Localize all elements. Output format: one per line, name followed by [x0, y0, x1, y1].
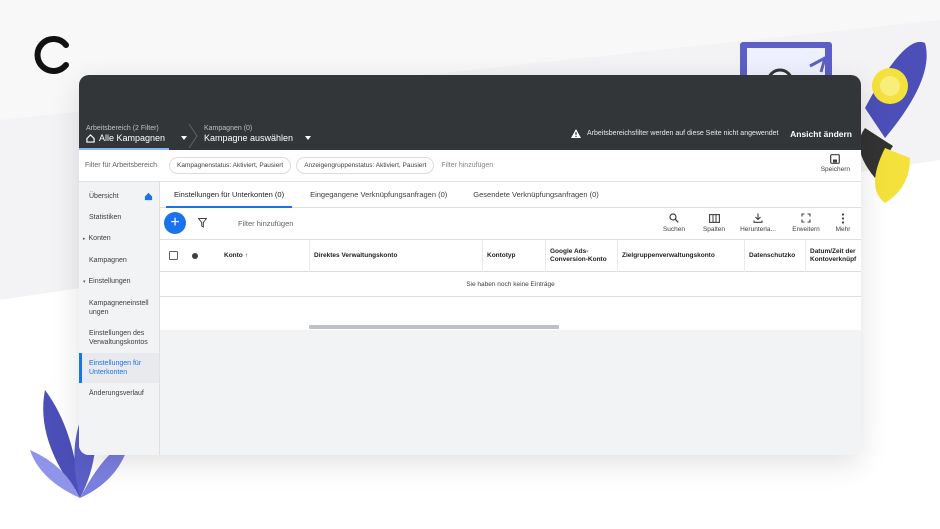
more-label: Mehr: [835, 226, 851, 233]
sidebar-item-label: Übersicht: [89, 193, 119, 200]
workspace-selector[interactable]: Arbeitsbereich (2 Filter) Alle Kampagnen: [86, 125, 188, 143]
sidebar-item-label: Kampagneneinstell ungen: [89, 300, 149, 316]
columns-label: Spalten: [702, 226, 726, 233]
search-label: Suchen: [662, 226, 686, 233]
table-header: Konto ↑ Direktes Verwaltungskonto Kontot…: [160, 239, 861, 272]
expand-label: Erweitern: [792, 226, 820, 233]
download-button[interactable]: Herunterla...: [737, 212, 779, 233]
sidebar-item-campaigns[interactable]: Kampagnen: [79, 250, 159, 271]
sidebar-item-manager-settings[interactable]: Einstellungen des Verwaltungskontos: [79, 323, 159, 353]
tab-bar: Einstellungen für Unterkonten (0) Eingeg…: [160, 182, 861, 208]
sidebar-item-change-history[interactable]: Änderungsverlauf: [79, 383, 159, 404]
app-window: Arbeitsbereich (2 Filter) Alle Kampagnen…: [79, 75, 861, 455]
horizontal-scrollbar[interactable]: [309, 325, 559, 329]
workspace-filter-count: Arbeitsbereich (2 Filter): [86, 125, 159, 132]
save-button[interactable]: Speichern: [821, 154, 850, 173]
brand-logo-icon: [34, 36, 69, 74]
columns-button[interactable]: Spalten: [693, 212, 735, 233]
table-empty-area: [160, 330, 861, 455]
sidebar-item-label: Einstellungen: [88, 278, 131, 285]
expand-arrow-icon: ▸: [83, 236, 86, 242]
collapse-arrow-icon: ▾: [83, 279, 86, 285]
warning-icon: [571, 129, 581, 138]
more-vert-icon: [841, 212, 845, 224]
main-content: Einstellungen für Unterkonten (0) Eingeg…: [160, 182, 861, 455]
add-filter-link[interactable]: Filter hinzufügen: [441, 162, 493, 169]
warning-text: Arbeitsbereichsfilter werden auf diese S…: [587, 130, 779, 137]
download-label: Herunterla...: [740, 226, 776, 233]
campaign-count: Kampagnen (0): [204, 125, 253, 132]
filter-icon[interactable]: [198, 218, 207, 228]
workspace-warning: Arbeitsbereichsfilter werden auf diese S…: [571, 129, 778, 138]
add-button[interactable]: +: [164, 212, 186, 234]
home-icon: [86, 133, 95, 143]
select-all-checkbox[interactable]: [169, 251, 178, 260]
download-icon: [753, 213, 763, 223]
tab-incoming-requests[interactable]: Eingegangene Verknüpfungsanfragen (0): [302, 182, 455, 207]
sidebar-item-campaign-settings[interactable]: Kampagneneinstell ungen: [79, 293, 159, 323]
sidebar-item-label: Konten: [88, 235, 111, 242]
table-toolbar: + Filter hinzufügen Suchen Spalten Herun…: [160, 208, 861, 239]
filter-bar-label: Filter für Arbeitsbereich: [85, 162, 157, 169]
search-button[interactable]: Suchen: [653, 212, 695, 233]
sidebar-item-label: Einstellungen für Unterkonten: [89, 360, 142, 376]
expand-button[interactable]: Erweitern: [785, 212, 827, 233]
sidebar-item-overview[interactable]: Übersicht: [79, 186, 159, 207]
search-icon: [669, 213, 679, 223]
tab-subaccount-settings[interactable]: Einstellungen für Unterkonten (0): [166, 182, 293, 208]
tab-sent-requests[interactable]: Gesendete Verknüpfungsanfragen (0): [465, 182, 607, 207]
breadcrumb-separator-icon: [188, 123, 198, 149]
column-header-account-type[interactable]: Kontotyp: [482, 240, 545, 272]
sidebar-nav: Übersicht Statistiken ▸ Konten Kampagnen …: [79, 182, 160, 455]
workspace-filter-bar: Filter für Arbeitsbereich Kampagnenstatu…: [79, 150, 861, 182]
more-button[interactable]: Mehr: [822, 212, 861, 233]
campaign-select-label: Kampagne auswählen: [204, 133, 294, 143]
save-icon: [830, 154, 841, 164]
columns-icon: [708, 213, 720, 223]
status-dot-icon: [192, 253, 198, 259]
sidebar-item-statistics[interactable]: Statistiken: [79, 207, 159, 228]
sidebar-item-label: Statistiken: [89, 214, 122, 221]
column-header-link-date[interactable]: Datum/Zeit der Kontoverknüpf: [805, 240, 861, 272]
campaign-selector[interactable]: Kampagnen (0) Kampagne auswählen: [204, 125, 312, 143]
sidebar-item-label: Einstellungen des Verwaltungskontos: [89, 330, 148, 346]
column-header-privacy[interactable]: Datenschutzko: [744, 240, 805, 272]
column-header-manager[interactable]: Direktes Verwaltungskonto: [309, 240, 482, 272]
save-label: Speichern: [820, 166, 850, 173]
sidebar-item-accounts[interactable]: ▸ Konten: [79, 228, 159, 250]
sidebar-item-settings[interactable]: ▾ Einstellungen: [79, 271, 159, 293]
sidebar-item-label: Kampagnen: [89, 257, 127, 264]
workspace-name: Alle Kampagnen: [99, 133, 166, 143]
empty-state-message: Sie haben noch keine Einträge: [160, 272, 861, 297]
top-bar: Arbeitsbereich (2 Filter) Alle Kampagnen…: [79, 75, 861, 150]
column-header-conversion-account[interactable]: Google Ads-Conversion-Konto: [545, 240, 617, 272]
sidebar-item-subaccount-settings[interactable]: Einstellungen für Unterkonten: [79, 353, 159, 383]
home-icon: [144, 192, 153, 201]
filter-chip-campaign-status[interactable]: Kampagnenstatus: Aktiviert, Pausiert: [168, 157, 292, 174]
column-header-audience-manager[interactable]: Zielgruppenverwaltungskonto: [617, 240, 744, 272]
filter-chip-adgroup-status[interactable]: Anzeigengruppenstatus: Aktiviert, Pausie…: [296, 157, 435, 174]
sidebar-item-label: Änderungsverlauf: [89, 390, 144, 397]
fullscreen-icon: [801, 213, 811, 223]
add-filter-button[interactable]: Filter hinzufügen: [238, 219, 293, 228]
chevron-down-icon: [305, 136, 312, 140]
column-header-account[interactable]: Konto ↑: [220, 240, 248, 272]
change-view-button[interactable]: Ansicht ändern: [790, 129, 852, 139]
